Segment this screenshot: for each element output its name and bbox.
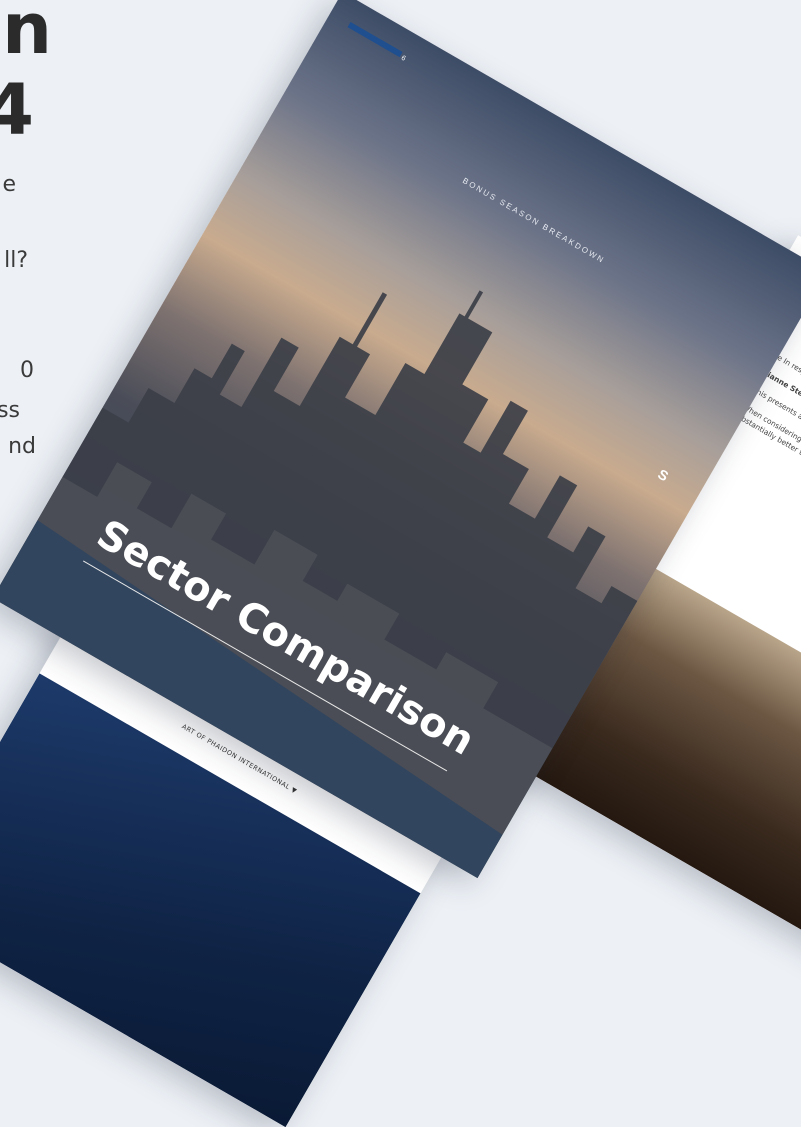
intro-line-5: nd	[8, 434, 36, 459]
intro-line-4: ss	[0, 398, 20, 423]
intro-line-3: 0	[20, 358, 34, 383]
accent-bar	[347, 21, 403, 58]
arrow-logo-icon: ▼	[289, 785, 299, 796]
heading-line-1: on	[0, 0, 52, 70]
article-quote: “When considering bonu performers to the…	[732, 400, 801, 572]
page-number: 6	[399, 54, 407, 63]
intro-line-2: ll?	[4, 248, 28, 273]
heading-line-2: 4	[0, 69, 34, 151]
intro-line-1: e	[2, 172, 16, 197]
